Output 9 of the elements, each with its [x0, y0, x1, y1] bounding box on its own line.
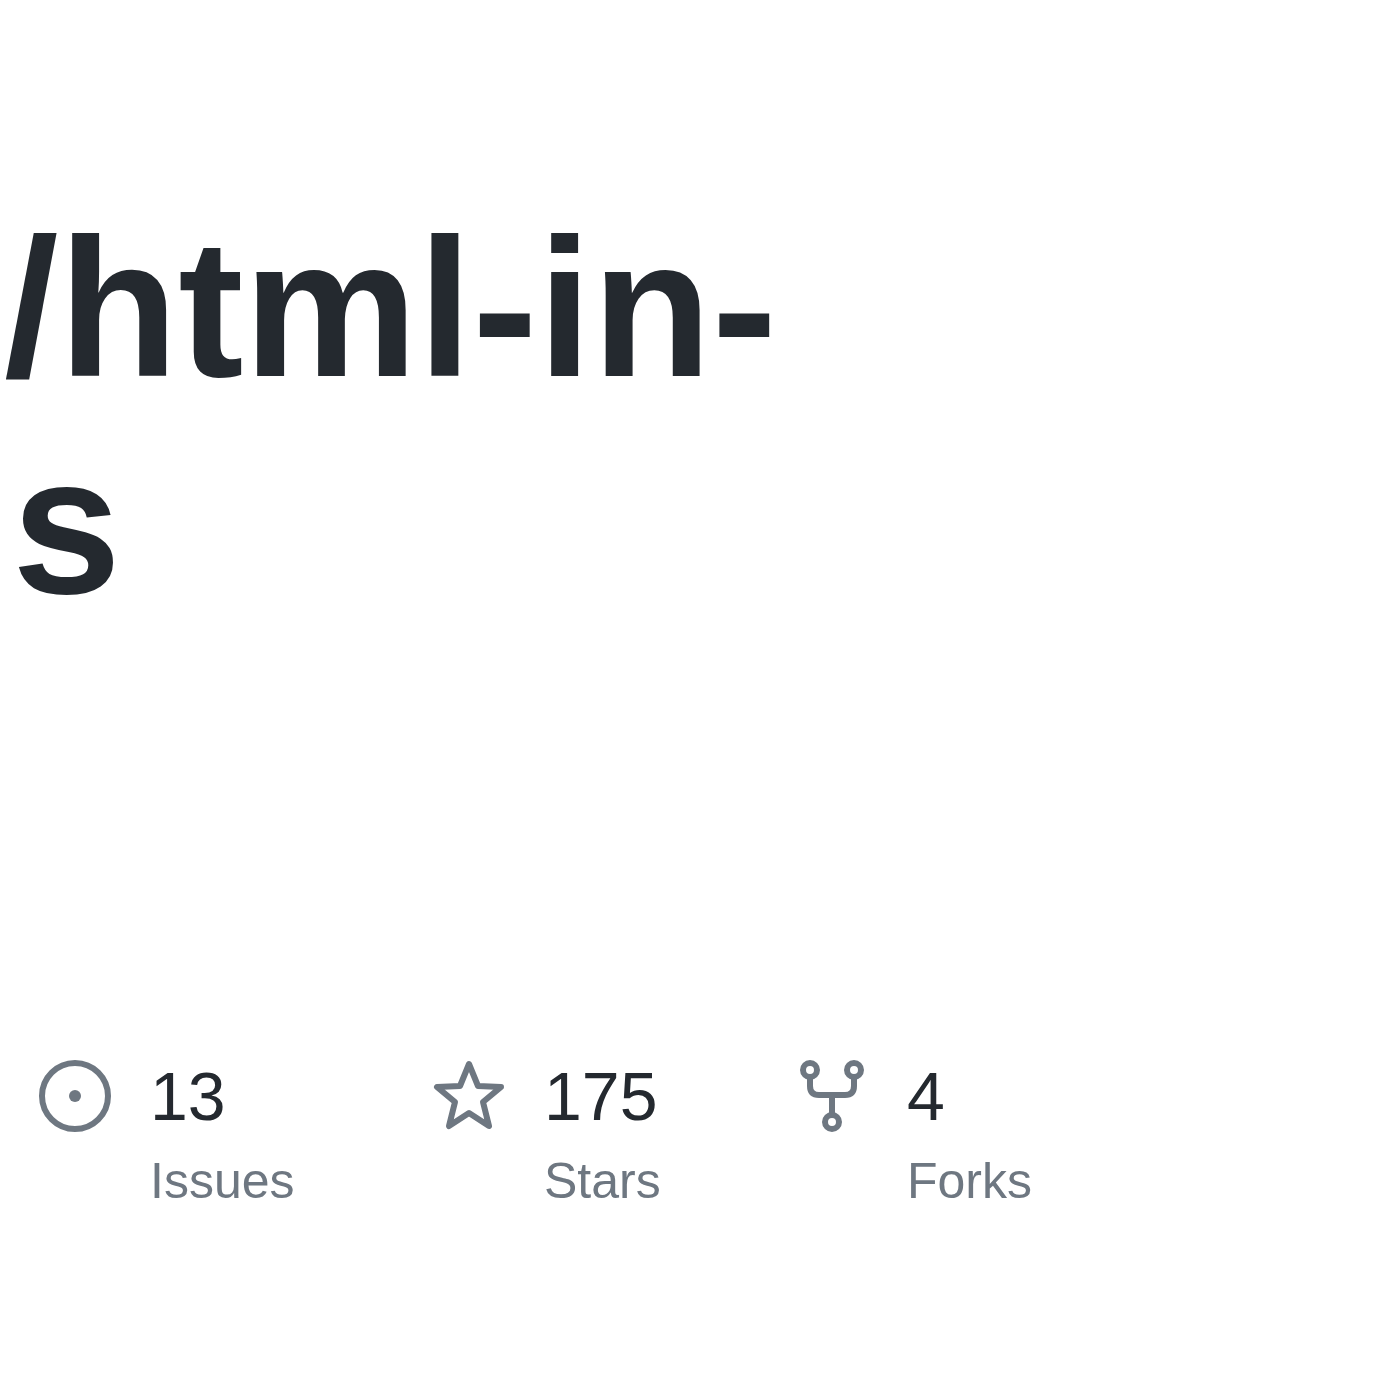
- stat-label: Forks: [907, 1152, 1032, 1211]
- stat-label: Stars: [544, 1152, 661, 1211]
- stat-count: 13: [150, 1059, 227, 1133]
- stat-label: Issues: [150, 1152, 295, 1211]
- issue-circle-icon: [38, 1059, 112, 1133]
- stat-count: 4: [907, 1059, 946, 1133]
- repository-title: /html-in-: [4, 200, 777, 417]
- stat-count: 175: [544, 1059, 659, 1133]
- repository-title: s: [12, 417, 121, 634]
